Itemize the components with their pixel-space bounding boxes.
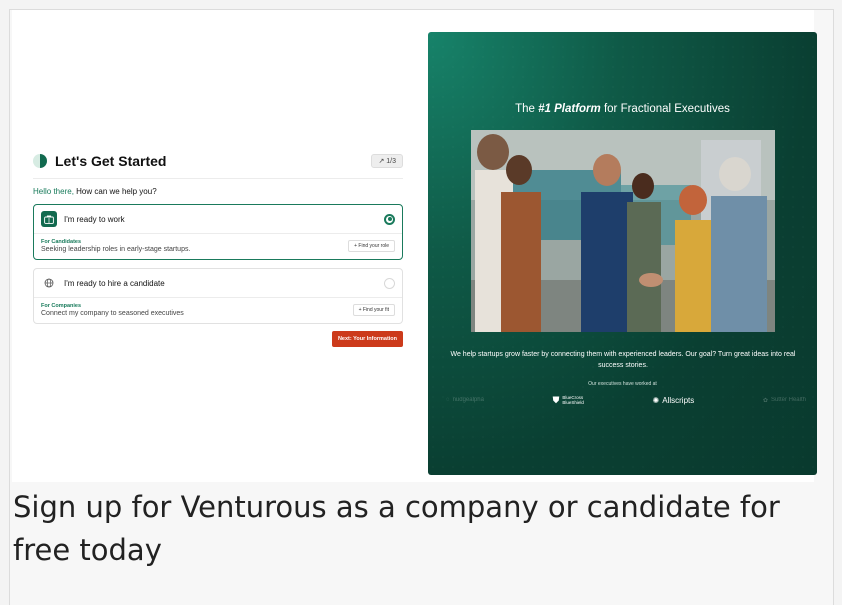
leaf-icon: ◌ xyxy=(446,397,450,403)
step-count: 1/3 xyxy=(386,158,396,165)
team-handshake-photo xyxy=(471,130,775,332)
option-company-label: I'm ready to hire a candidate xyxy=(64,278,165,288)
option-candidate-radio[interactable] xyxy=(384,213,395,225)
briefcase-icon xyxy=(41,211,57,227)
allscripts-mark-icon: ✺ xyxy=(652,395,660,405)
promo-panel: The #1 Platform for Fractional Executive… xyxy=(428,32,817,475)
logo-nudgealpha: ◌ nudgealpha xyxy=(446,397,484,403)
venturous-logo-icon xyxy=(33,154,47,168)
option-candidate-subtitle: For Candidates xyxy=(41,239,82,245)
find-role-button[interactable]: + Find your role xyxy=(348,240,395,252)
company-logos: ◌ nudgealpha ⛊ BlueCross BlueShield ✺ Allsc… xyxy=(446,393,806,407)
option-company-description: Connect my company to seasoned executive… xyxy=(41,310,184,317)
shield-icon: ⛊ xyxy=(552,394,560,405)
logo-allscripts: ✺ Allscripts xyxy=(652,395,695,405)
greeting-question: How can we help you? xyxy=(76,187,157,196)
form-header: Let's Get Started ↗ 1/3 xyxy=(33,151,403,171)
option-company[interactable]: I'm ready to hire a candidate For Compan… xyxy=(33,268,403,324)
image-caption: Sign up for Venturous as a company or ca… xyxy=(13,490,780,567)
logo-sutter-health: ✿ Sutter Health xyxy=(762,397,806,404)
option-company-subtitle: For Companies xyxy=(41,303,82,309)
signup-form: Let's Get Started ↗ 1/3 Hello there, How… xyxy=(33,151,403,347)
logo-bluecross: ⛊ BlueCross BlueShield xyxy=(552,394,584,405)
panel-tagline: We help startups grow faster by connecti… xyxy=(450,351,796,369)
option-candidate-label: I'm ready to work xyxy=(64,214,125,224)
signup-screenshot: Let's Get Started ↗ 1/3 Hello there, How… xyxy=(12,10,817,482)
flower-icon: ✿ xyxy=(762,397,768,404)
find-fit-button[interactable]: + Find your fit xyxy=(352,304,395,316)
next-button[interactable]: Next: Your Information xyxy=(332,331,403,347)
header-divider xyxy=(33,178,403,179)
option-candidate-description: Seeking leadership roles in early-stage … xyxy=(41,246,191,253)
greeting-hello: Hello there, xyxy=(33,187,74,196)
form-title: Let's Get Started xyxy=(55,153,167,169)
panel-title: The #1 Platform for Fractional Executive… xyxy=(515,103,730,115)
globe-icon xyxy=(41,275,57,291)
option-company-radio[interactable] xyxy=(384,277,395,289)
greeting: Hello there, How can we help you? xyxy=(33,187,403,196)
arrow-up-right-icon: ↗ xyxy=(378,158,385,165)
option-candidate[interactable]: I'm ready to work For Candidates Seeking… xyxy=(33,204,403,260)
step-indicator: ↗ 1/3 xyxy=(371,154,403,168)
worked-at-label: Our executives have worked at xyxy=(588,381,657,387)
